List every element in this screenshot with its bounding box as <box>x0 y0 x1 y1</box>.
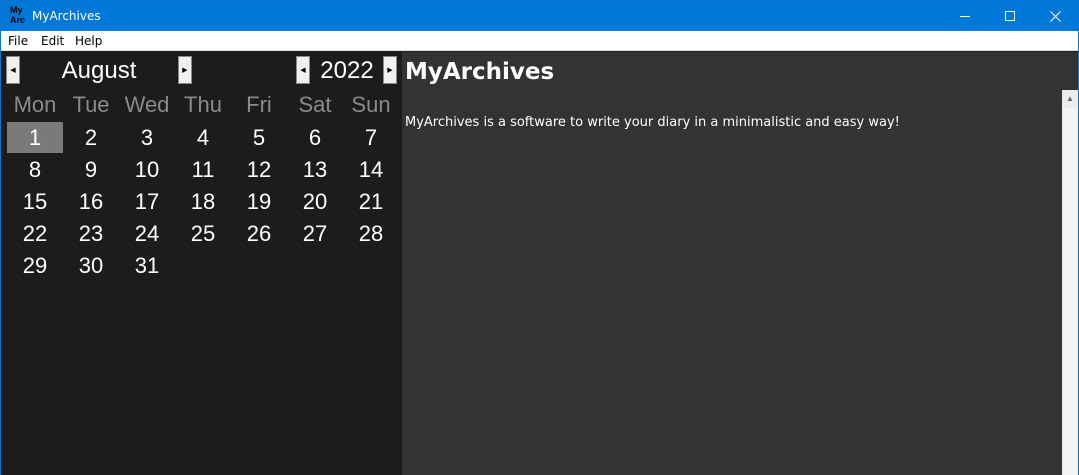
calendar-day[interactable]: 26 <box>231 218 287 249</box>
calendar-day-selected[interactable]: 1 <box>7 122 63 153</box>
menu-edit[interactable]: Edit <box>41 34 64 48</box>
app-logo-icon: My Arc <box>10 5 26 27</box>
weekday-label: Mon <box>13 92 57 117</box>
calendar-day[interactable]: 8 <box>7 154 63 185</box>
triangle-up-icon: ▲ <box>1066 94 1074 103</box>
vertical-scrollbar[interactable]: ▲ <box>1062 90 1078 475</box>
calendar-day[interactable]: 29 <box>7 250 63 281</box>
app-window: My Arc MyArchives File Edit Help ◀ Augus… <box>0 0 1079 475</box>
calendar-day[interactable]: 25 <box>175 218 231 249</box>
calendar-day[interactable]: 19 <box>231 186 287 217</box>
calendar-day[interactable]: 7 <box>343 122 399 153</box>
triangle-left-icon: ◀ <box>300 67 306 74</box>
calendar-day[interactable]: 6 <box>287 122 343 153</box>
close-button[interactable] <box>1032 1 1078 31</box>
next-month-button[interactable]: ▶ <box>178 56 192 84</box>
menu-bar: File Edit Help <box>1 31 1078 51</box>
calendar-day[interactable]: 16 <box>63 186 119 217</box>
weekday-label: Tue <box>72 92 110 117</box>
entry-text[interactable]: MyArchives is a software to write your d… <box>405 115 900 130</box>
calendar-day[interactable]: 20 <box>287 186 343 217</box>
weekday-label: Sat <box>298 92 332 117</box>
prev-year-button[interactable]: ◀ <box>296 56 310 84</box>
calendar-day[interactable]: 2 <box>63 122 119 153</box>
entry-title: MyArchives <box>405 59 555 85</box>
calendar-day[interactable]: 17 <box>119 186 175 217</box>
calendar-day[interactable]: 11 <box>175 154 231 185</box>
calendar-day[interactable]: 9 <box>63 154 119 185</box>
app-logo-text-line2: Arc <box>10 15 26 25</box>
triangle-left-icon: ◀ <box>10 67 16 74</box>
next-year-button[interactable]: ▶ <box>383 56 397 84</box>
scroll-thumb[interactable] <box>1063 108 1077 475</box>
menu-help[interactable]: Help <box>75 34 102 48</box>
scroll-up-button[interactable]: ▲ <box>1062 90 1078 107</box>
calendar-day[interactable]: 18 <box>175 186 231 217</box>
calendar-day[interactable]: 21 <box>343 186 399 217</box>
calendar-day[interactable]: 12 <box>231 154 287 185</box>
calendar-day[interactable]: 10 <box>119 154 175 185</box>
calendar-day[interactable]: 27 <box>287 218 343 249</box>
calendar-day[interactable]: 31 <box>119 250 175 281</box>
app-logo-text-line1: My <box>10 5 23 15</box>
calendar-panel: ◀ August ▶ ◀ 2022 ▶ Mon Tue Wed Thu Fri … <box>1 52 402 475</box>
calendar-day[interactable]: 15 <box>7 186 63 217</box>
calendar-day[interactable]: 14 <box>343 154 399 185</box>
title-bar[interactable]: My Arc MyArchives <box>1 1 1078 31</box>
calendar-day[interactable]: 13 <box>287 154 343 185</box>
calendar-day[interactable]: 30 <box>63 250 119 281</box>
menu-file[interactable]: File <box>8 34 28 48</box>
month-label: August <box>61 57 137 84</box>
minimize-button[interactable] <box>942 1 988 31</box>
maximize-icon <box>1005 11 1015 21</box>
year-label: 2022 <box>320 57 374 84</box>
prev-month-button[interactable]: ◀ <box>6 56 20 84</box>
calendar-day[interactable]: 23 <box>63 218 119 249</box>
calendar-day[interactable]: 28 <box>343 218 399 249</box>
maximize-button[interactable] <box>987 1 1033 31</box>
calendar-day[interactable]: 4 <box>175 122 231 153</box>
weekday-label: Sun <box>351 92 391 117</box>
triangle-right-icon: ▶ <box>387 67 393 74</box>
calendar-day[interactable]: 24 <box>119 218 175 249</box>
triangle-right-icon: ▶ <box>182 67 188 74</box>
weekday-label: Fri <box>246 92 272 117</box>
calendar-day[interactable]: 22 <box>7 218 63 249</box>
calendar-day[interactable]: 5 <box>231 122 287 153</box>
minimize-icon <box>960 15 970 17</box>
weekday-label: Thu <box>184 92 222 117</box>
entry-panel: MyArchives MyArchives is a software to w… <box>402 52 1078 475</box>
weekday-label: Wed <box>124 92 170 117</box>
window-title: MyArchives <box>32 9 101 23</box>
calendar-day[interactable]: 3 <box>119 122 175 153</box>
close-icon <box>1049 10 1061 22</box>
